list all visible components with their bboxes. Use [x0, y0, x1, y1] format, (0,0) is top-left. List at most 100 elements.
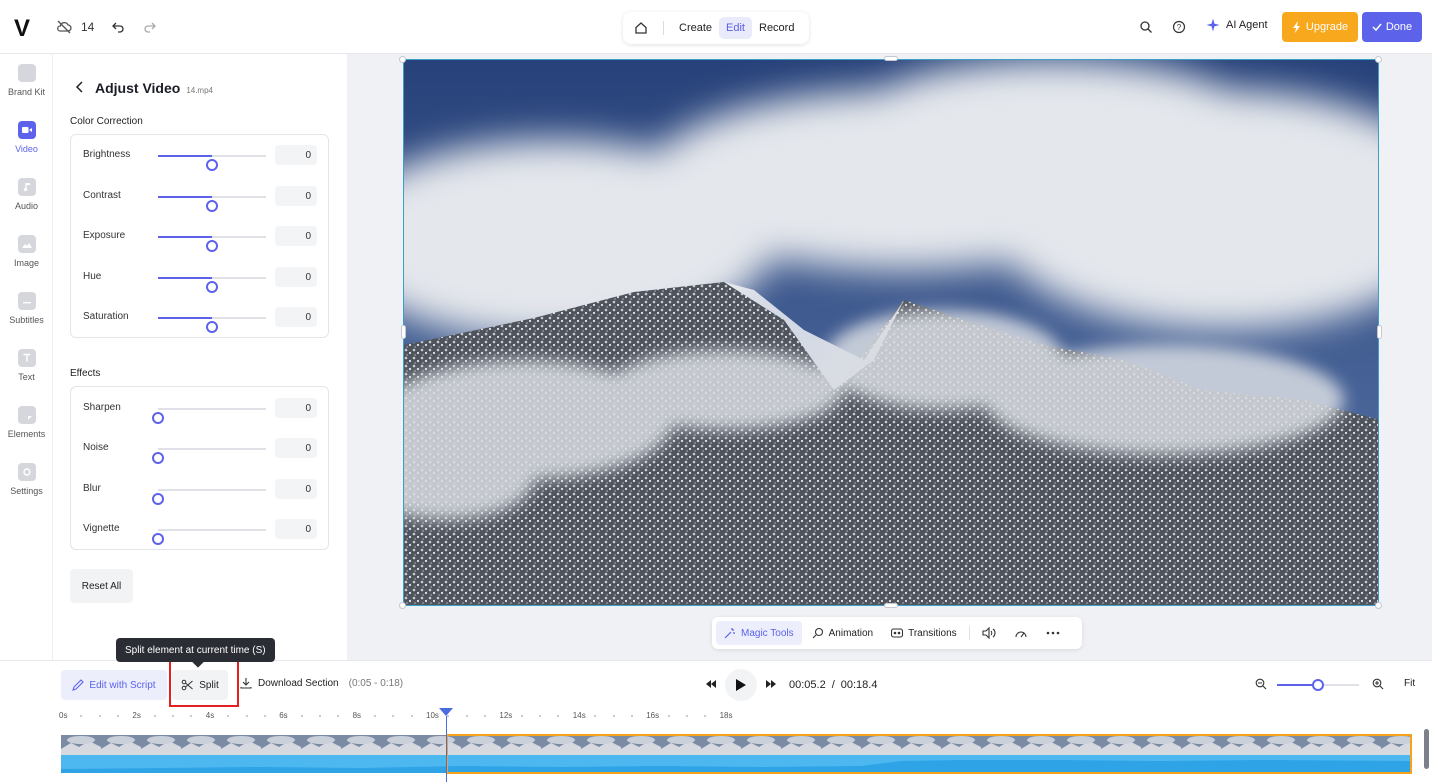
help-icon[interactable]: ? — [1169, 17, 1189, 37]
mode-record-button[interactable]: Record — [752, 17, 801, 39]
exposure-slider[interactable] — [158, 236, 266, 252]
ruler-tick-dot — [190, 715, 193, 717]
resize-handle-top[interactable] — [884, 56, 898, 61]
rail-item-video[interactable]: Video — [0, 121, 53, 171]
reset-all-button[interactable]: Reset All — [70, 569, 133, 603]
speed-icon[interactable] — [1006, 621, 1036, 645]
sharpen-slider[interactable] — [152, 408, 266, 424]
mode-edit-button[interactable]: Edit — [719, 17, 752, 39]
noise-slider[interactable] — [152, 448, 266, 464]
zoom-in-icon[interactable] — [1372, 678, 1384, 690]
animation-button[interactable]: Animation — [804, 621, 881, 645]
upgrade-button[interactable]: Upgrade — [1282, 12, 1358, 42]
back-arrow-icon[interactable] — [75, 80, 85, 96]
magic-tools-label: Magic Tools — [741, 627, 794, 639]
adjust-video-panel: Adjust Video 14.mp4 Color Correction Bri… — [53, 54, 347, 660]
redo-icon[interactable] — [140, 17, 160, 37]
slider-thumb[interactable] — [206, 321, 218, 333]
selected-clip-region[interactable] — [446, 734, 1412, 774]
rail-item-brand-kit[interactable]: Brand Kit — [0, 64, 53, 114]
more-options-icon[interactable] — [1038, 621, 1068, 645]
ai-agent-button[interactable]: AI Agent — [1206, 18, 1268, 32]
ruler-tick-label: 8s — [352, 711, 362, 720]
slider-fill — [158, 317, 212, 319]
timeline-ruler[interactable]: 0s 2s 4s 6s 8s 10s 12s 14s 16s 18s — [0, 709, 1432, 725]
zoom-slider[interactable] — [1277, 679, 1359, 691]
resize-handle-bottom-right[interactable] — [1375, 602, 1382, 609]
app-logo[interactable]: V — [14, 15, 30, 43]
ruler-tick-dot — [227, 715, 230, 717]
done-button[interactable]: Done — [1362, 12, 1422, 42]
slider-fill — [158, 236, 212, 238]
volume-icon[interactable] — [974, 621, 1004, 645]
contrast-slider[interactable] — [158, 196, 266, 212]
current-time: 00:05.2 — [789, 679, 826, 691]
slider-thumb[interactable] — [206, 200, 218, 212]
slider-thumb[interactable] — [206, 159, 218, 171]
ruler-tick-dot — [373, 715, 376, 717]
slider-thumb[interactable] — [152, 533, 164, 545]
ruler-tick-label: 10s — [426, 711, 439, 720]
rail-item-text[interactable]: Text — [0, 349, 53, 399]
download-section-button[interactable]: Download Section (0:05 - 0:18) — [240, 677, 403, 689]
zoom-thumb[interactable] — [1312, 679, 1324, 691]
playhead-line[interactable] — [446, 716, 447, 782]
rail-item-image[interactable]: Image — [0, 235, 53, 285]
saturation-value-input[interactable]: 0 — [275, 307, 317, 327]
blur-slider[interactable] — [152, 489, 266, 505]
video-preview[interactable] — [403, 59, 1379, 606]
saturation-slider[interactable] — [158, 317, 266, 333]
rail-item-audio[interactable]: Audio — [0, 178, 53, 228]
time-display: 00:05.2 / 00:18.4 — [789, 679, 877, 691]
fit-button[interactable]: Fit — [1404, 678, 1415, 689]
resize-handle-bottom-left[interactable] — [399, 602, 406, 609]
resize-handle-top-right[interactable] — [1375, 56, 1382, 63]
skip-forward-icon[interactable] — [765, 678, 777, 692]
brightness-value-input[interactable]: 0 — [275, 145, 317, 165]
rail-item-settings[interactable]: Settings — [0, 463, 53, 513]
search-icon[interactable] — [1136, 17, 1156, 37]
slider-thumb[interactable] — [152, 452, 164, 464]
edit-with-script-button[interactable]: Edit with Script — [61, 670, 167, 700]
play-button[interactable] — [725, 669, 757, 701]
resize-handle-top-left[interactable] — [399, 56, 406, 63]
skip-back-icon[interactable] — [705, 678, 717, 692]
rail-item-subtitles[interactable]: Subtitles — [0, 292, 53, 342]
blur-value-input[interactable]: 0 — [275, 479, 317, 499]
timeline-scrollbar[interactable] — [1424, 729, 1429, 769]
hue-slider-row: Hue 0 — [71, 267, 330, 293]
zoom-out-icon[interactable] — [1255, 678, 1267, 690]
resize-handle-right[interactable] — [1377, 325, 1382, 339]
rail-item-elements[interactable]: Elements — [0, 406, 53, 456]
slider-thumb[interactable] — [206, 240, 218, 252]
sharpen-value-input[interactable]: 0 — [275, 398, 317, 418]
ruler-tick-label: 6s — [279, 711, 288, 720]
rail-label: Video — [15, 144, 38, 154]
resize-handle-left[interactable] — [401, 325, 406, 339]
hue-value-input[interactable]: 0 — [275, 267, 317, 287]
undo-icon[interactable] — [108, 17, 128, 37]
mode-create-button[interactable]: Create — [672, 17, 719, 39]
ruler-tick-dot — [80, 715, 83, 717]
ruler-tick-dot — [594, 715, 597, 717]
exposure-value-input[interactable]: 0 — [275, 226, 317, 246]
vignette-value-input[interactable]: 0 — [275, 519, 317, 539]
slider-thumb[interactable] — [206, 281, 218, 293]
playhead-marker[interactable] — [439, 708, 453, 716]
noise-value-input[interactable]: 0 — [275, 438, 317, 458]
magic-tools-button[interactable]: Magic Tools — [716, 621, 802, 645]
slider-thumb[interactable] — [152, 412, 164, 424]
brightness-slider[interactable] — [158, 155, 266, 171]
home-icon[interactable] — [629, 16, 653, 40]
hue-slider[interactable] — [158, 277, 266, 293]
ruler-tick-dot — [484, 715, 487, 717]
vignette-slider[interactable] — [152, 529, 266, 545]
transitions-button[interactable]: Transitions — [883, 621, 965, 645]
ruler-tick-dot — [98, 715, 101, 717]
resize-handle-bottom[interactable] — [884, 603, 898, 608]
cloud-sync-icon[interactable] — [54, 17, 74, 37]
contrast-value-input[interactable]: 0 — [275, 186, 317, 206]
slider-thumb[interactable] — [152, 493, 164, 505]
ai-agent-label: AI Agent — [1226, 19, 1268, 31]
ruler-tick-dot — [612, 715, 615, 717]
